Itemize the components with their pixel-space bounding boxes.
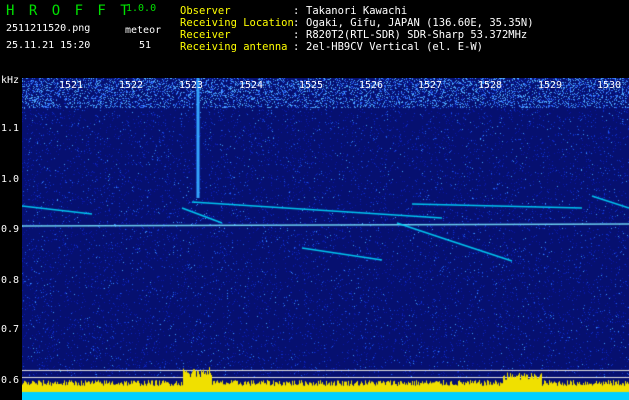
meteor-label: meteor [125,25,162,36]
x-tick-1527: 1527 [418,80,443,91]
y-tick-1-0: 1.0 [1,174,20,185]
receiver-key: Receiver [180,29,231,41]
x-tick-1523: 1523 [179,80,204,91]
spectrogram-canvas [22,78,629,400]
x-tick-1525: 1525 [299,80,324,91]
observer-colon: : [293,5,300,17]
location-colon: : [293,17,300,29]
x-tick-1530: 1530 [597,80,622,91]
location-value: Ogaki, Gifu, JAPAN (136.60E, 35.35N) [306,17,534,29]
observer-value: Takanori Kawachi [306,5,408,17]
location-key: Receiving Location [180,17,294,29]
date-time: 25.11.21 15:20 [6,40,91,51]
antenna-key: Receiving antenna [180,41,288,53]
x-tick-1526: 1526 [359,80,384,91]
x-tick-1521: 1521 [59,80,84,91]
x-tick-1529: 1529 [538,80,563,91]
antenna-colon: : [293,41,300,53]
antenna-value: 2el-HB9CV Vertical (el. E-W) [306,41,484,53]
app-version: 1.0.0 [126,3,157,14]
receiver-value: R820T2(RTL-SDR) SDR-Sharp 53.372MHz [306,29,528,41]
receiver-colon: : [293,29,300,41]
meteor-count: 51 [139,40,152,51]
observer-key: Observer [180,5,231,17]
y-tick-0-6: 0.6 [1,375,20,386]
y-tick-0-8: 0.8 [1,275,20,286]
y-tick-0-7: 0.7 [1,324,20,335]
x-tick-1522: 1522 [119,80,144,91]
y-axis-unit: kHz [1,75,20,86]
file-name: 2511211520.png [6,23,91,34]
x-tick-1528: 1528 [478,80,503,91]
x-tick-1524: 1524 [239,80,264,91]
y-tick-1-1: 1.1 [1,123,20,134]
app-title: H R O F F T [6,3,132,19]
y-tick-0-9: 0.9 [1,224,20,235]
